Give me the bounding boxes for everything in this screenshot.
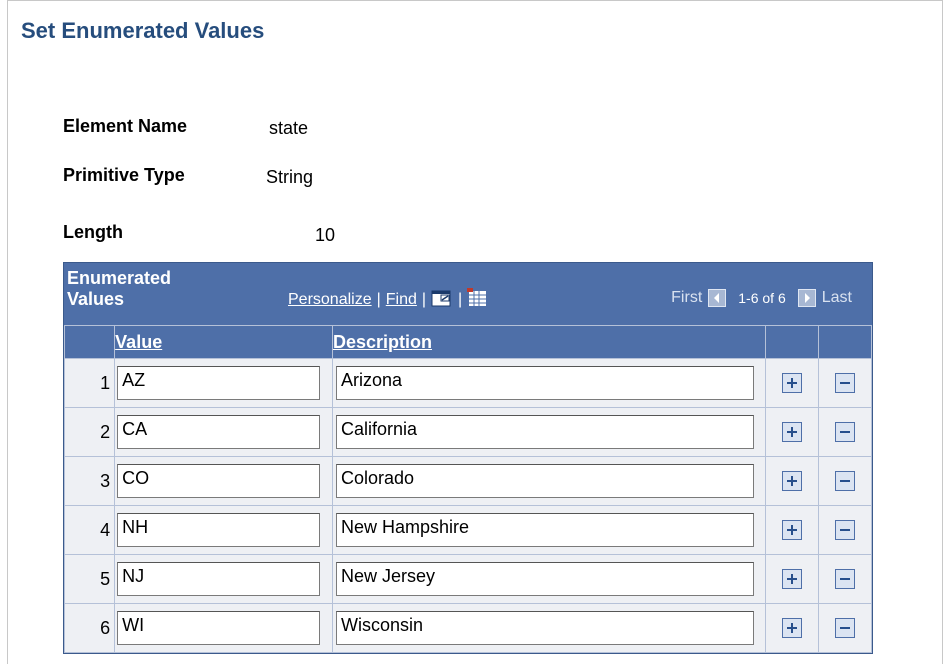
table-row: 1 AZ Arizona [63, 358, 873, 408]
grid-header: Enumerated Values Personalize | Find | | [64, 263, 872, 325]
enumerated-values-grid: Enumerated Values Personalize | Find | | [63, 262, 873, 654]
add-cell [764, 603, 819, 653]
value-column-header[interactable]: Value [114, 325, 333, 359]
delete-cell [817, 358, 873, 408]
description-input[interactable]: Wisconsin [335, 611, 754, 645]
view-all-icon[interactable] [431, 288, 453, 313]
separator: | [458, 291, 463, 308]
value-input[interactable]: WI [117, 611, 321, 645]
plus-icon[interactable] [781, 422, 802, 442]
table-row: 2 CA California [63, 407, 873, 457]
arrow-right-icon[interactable] [797, 289, 816, 307]
plus-icon[interactable] [781, 569, 802, 589]
add-cell [764, 358, 819, 408]
description-cell: New Jersey [331, 554, 766, 604]
personalize-link[interactable]: Personalize [288, 291, 372, 309]
minus-icon[interactable] [834, 618, 855, 638]
table-row: 5 NJ New Jersey [63, 554, 873, 604]
minus-icon[interactable] [834, 569, 855, 589]
minus-icon[interactable] [834, 520, 855, 540]
values-table: Value Description 1 AZ Arizona 2 CA Cali… [63, 325, 873, 653]
delete-cell [817, 456, 873, 506]
row-number: 4 [63, 505, 116, 555]
row-number: 5 [63, 554, 116, 604]
description-sort-link[interactable]: Description [333, 332, 432, 352]
download-to-excel-icon[interactable] [467, 287, 489, 313]
delete-cell [817, 603, 873, 653]
description-cell: Wisconsin [331, 603, 766, 653]
add-cell [764, 554, 819, 604]
row-number: 3 [63, 456, 116, 506]
element-name-value: state [269, 118, 309, 138]
separator: | [376, 291, 381, 308]
delete-cell [817, 407, 873, 457]
row-count: 1-6 of 6 [738, 290, 786, 306]
value-input[interactable]: CA [117, 415, 321, 449]
primitive-type-value: String [266, 167, 314, 187]
delete-cell [817, 505, 873, 555]
description-cell: California [331, 407, 766, 457]
find-link[interactable]: Find [386, 291, 417, 309]
add-cell [764, 505, 819, 555]
grid-title: Enumerated Values [67, 268, 227, 310]
row-number: 2 [63, 407, 116, 457]
value-cell: CO [114, 456, 333, 506]
grid-toolbar: Personalize | Find | | [288, 287, 489, 313]
value-input[interactable]: CO [117, 464, 321, 498]
description-input[interactable]: Arizona [335, 366, 754, 400]
value-input[interactable]: AZ [117, 366, 321, 400]
minus-icon[interactable] [834, 471, 855, 491]
last-label[interactable]: Last [822, 289, 852, 307]
table-header-row: Value Description [63, 325, 873, 359]
grid-title-line1: Enumerated [67, 268, 172, 288]
description-input[interactable]: California [335, 415, 754, 449]
description-input[interactable]: Colorado [335, 464, 754, 498]
grid-title-line2: Values [67, 289, 125, 309]
value-cell: CA [114, 407, 333, 457]
add-cell [764, 407, 819, 457]
value-cell: AZ [114, 358, 333, 408]
minus-icon[interactable] [834, 373, 855, 393]
length-label: Length [63, 222, 123, 242]
description-cell: New Hampshire [331, 505, 766, 555]
length-value: 10 [315, 225, 336, 245]
row-number: 6 [63, 603, 116, 653]
value-input[interactable]: NH [117, 513, 321, 547]
row-number: 1 [63, 358, 116, 408]
separator: | [421, 291, 427, 308]
primitive-type-label: Primitive Type [63, 165, 185, 185]
table-row: 6 WI Wisconsin [63, 603, 873, 653]
first-label[interactable]: First [671, 289, 702, 307]
plus-icon[interactable] [781, 471, 802, 491]
description-input[interactable]: New Hampshire [335, 513, 754, 547]
element-name-label: Element Name [63, 116, 188, 136]
page-title: Set Enumerated Values [21, 18, 265, 43]
value-input[interactable]: NJ [117, 562, 321, 596]
description-cell: Colorado [331, 456, 766, 506]
value-cell: WI [114, 603, 333, 653]
table-row: 4 NH New Hampshire [63, 505, 873, 555]
delete-cell [817, 554, 873, 604]
rownum-header [63, 325, 116, 359]
value-cell: NH [114, 505, 333, 555]
plus-icon[interactable] [781, 618, 802, 638]
description-cell: Arizona [331, 358, 766, 408]
value-sort-link[interactable]: Value [115, 332, 162, 352]
arrow-left-icon[interactable] [708, 289, 727, 307]
add-column-header [764, 325, 819, 359]
description-column-header[interactable]: Description [331, 325, 766, 359]
add-cell [764, 456, 819, 506]
grid-navigation: First 1-6 of 6 Last [671, 289, 852, 307]
plus-icon[interactable] [781, 520, 802, 540]
minus-icon[interactable] [834, 422, 855, 442]
delete-column-header [817, 325, 873, 359]
value-cell: NJ [114, 554, 333, 604]
description-input[interactable]: New Jersey [335, 562, 754, 596]
plus-icon[interactable] [781, 373, 802, 393]
table-row: 3 CO Colorado [63, 456, 873, 506]
